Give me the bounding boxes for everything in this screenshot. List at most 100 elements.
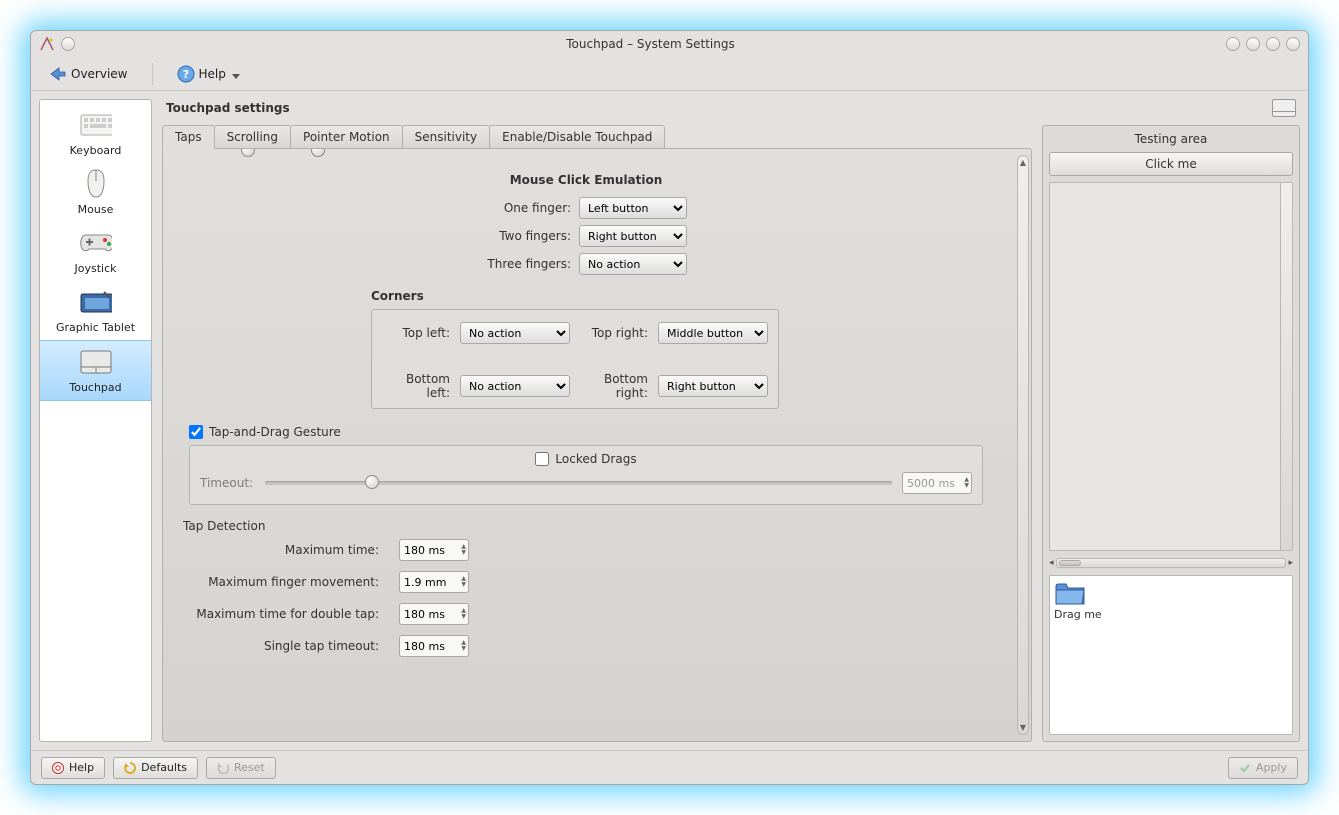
sidebar-item-joystick[interactable]: Joystick	[40, 222, 151, 281]
testing-vertical-scrollbar[interactable]	[1280, 183, 1292, 550]
tab-bar: Taps Scrolling Pointer Motion Sensitivit…	[162, 125, 1032, 149]
minimize-button[interactable]	[1246, 37, 1260, 51]
sidebar-item-label: Joystick	[74, 262, 116, 275]
help-icon: ?	[177, 65, 195, 83]
testing-area-canvas[interactable]	[1049, 182, 1293, 551]
single-tap-label: Single tap timeout:	[189, 639, 379, 653]
single-tap-spinbox[interactable]: 180 ms▲▼	[399, 635, 469, 657]
max-dbl-label: Maximum time for double tap:	[189, 607, 379, 621]
check-icon	[1239, 762, 1251, 774]
tab-sensitivity[interactable]: Sensitivity	[402, 125, 490, 149]
undo-icon	[217, 762, 229, 774]
lifebuoy-icon	[52, 762, 64, 774]
bottom-left-combo[interactable]: No action	[460, 375, 570, 397]
click-me-button[interactable]: Click me	[1049, 152, 1293, 176]
bottom-left-label: Bottom left:	[382, 372, 450, 400]
two-fingers-combo[interactable]: Right button	[579, 225, 687, 247]
panel-scrollbar[interactable]: ▲▼	[1017, 155, 1029, 735]
timeout-spinbox[interactable]: 5000 ms▲▼	[902, 472, 972, 494]
back-arrow-icon	[49, 66, 67, 82]
tap-detection-title: Tap Detection	[183, 519, 991, 533]
gamepad-icon	[80, 228, 112, 258]
overview-button[interactable]: Overview	[41, 62, 136, 86]
window: Touchpad – System Settings Overview ? He…	[30, 30, 1309, 785]
three-fingers-label: Three fingers:	[181, 257, 571, 271]
svg-text:?: ?	[182, 68, 188, 81]
max-finger-spinbox[interactable]: 1.9 mm▲▼	[399, 571, 469, 593]
tab-taps[interactable]: Taps	[162, 125, 215, 149]
category-sidebar: Keyboard Mouse Joystick Graphic Tablet	[39, 99, 152, 742]
tab-scrolling[interactable]: Scrolling	[214, 125, 291, 149]
keyboard-icon	[80, 110, 112, 140]
drag-me-label: Drag me	[1054, 608, 1288, 621]
help-button[interactable]: Help	[41, 757, 105, 779]
maximize-button[interactable]	[1266, 37, 1280, 51]
folder-icon[interactable]	[1054, 580, 1086, 604]
main-area: Keyboard Mouse Joystick Graphic Tablet	[31, 91, 1308, 750]
timeout-label: Timeout:	[200, 476, 255, 490]
help-window-button[interactable]	[1226, 37, 1240, 51]
content-header: Touchpad settings	[162, 99, 1300, 121]
reset-button[interactable]: Reset	[206, 757, 276, 779]
sidebar-item-graphic-tablet[interactable]: Graphic Tablet	[40, 281, 151, 340]
tab-pointer-motion[interactable]: Pointer Motion	[290, 125, 403, 149]
window-title: Touchpad – System Settings	[75, 37, 1226, 51]
three-fingers-combo[interactable]: No action	[579, 253, 687, 275]
footer: Help Defaults Reset Apply	[31, 750, 1308, 784]
touchpad-mini-icon	[1272, 99, 1296, 117]
titlebar: Touchpad – System Settings	[31, 31, 1308, 57]
toolbar: Overview ? Help	[31, 57, 1308, 91]
sidebar-item-label: Mouse	[78, 203, 114, 216]
app-icon	[39, 36, 55, 52]
top-right-combo[interactable]: Middle button	[658, 322, 768, 344]
locked-drags-checkbox[interactable]	[535, 452, 549, 466]
max-finger-label: Maximum finger movement:	[189, 575, 379, 589]
max-time-label: Maximum time:	[189, 543, 379, 557]
testing-pane: Testing area Click me ◂ ▸ Drag m	[1042, 125, 1300, 742]
sidebar-item-mouse[interactable]: Mouse	[40, 163, 151, 222]
overview-label: Overview	[71, 67, 128, 81]
locked-drags-box: Locked Drags Timeout: 5000 ms▲▼	[189, 445, 983, 505]
sidebar-item-label: Graphic Tablet	[56, 321, 135, 334]
two-fingers-label: Two fingers:	[181, 229, 571, 243]
sidebar-item-touchpad[interactable]: Touchpad	[40, 340, 151, 401]
touchpad-icon	[80, 347, 112, 377]
timeout-slider[interactable]	[265, 481, 892, 485]
emulation-title: Mouse Click Emulation	[181, 173, 991, 187]
max-dbl-spinbox[interactable]: 180 ms▲▼	[399, 603, 469, 625]
one-finger-label: One finger:	[181, 201, 571, 215]
locked-drags-label: Locked Drags	[555, 452, 636, 466]
tap-drag-label: Tap-and-Drag Gesture	[209, 425, 341, 439]
corners-title: Corners	[371, 289, 991, 303]
tap-drag-checkbox[interactable]	[189, 425, 203, 439]
sidebar-item-keyboard[interactable]: Keyboard	[40, 104, 151, 163]
top-right-label: Top right:	[580, 326, 648, 340]
help-label: Help	[199, 67, 226, 81]
chevron-down-icon	[232, 74, 240, 79]
corners-box: Top left: No action Top right: Middle bu…	[371, 309, 779, 409]
window-menu-button[interactable]	[61, 37, 75, 51]
page-title: Touchpad settings	[166, 101, 290, 115]
tablet-icon	[80, 287, 112, 317]
mouse-icon	[80, 169, 112, 199]
help-menu-button[interactable]: ? Help	[169, 61, 248, 87]
max-time-spinbox[interactable]: 180 ms▲▼	[399, 539, 469, 561]
close-button[interactable]	[1286, 37, 1300, 51]
top-left-label: Top left:	[382, 326, 450, 340]
revert-icon	[124, 762, 136, 774]
testing-area-title: Testing area	[1049, 132, 1293, 146]
tab-panel: ▲▼ Mouse Click Emulation One finger: Lef…	[162, 148, 1032, 742]
drag-area[interactable]: Drag me	[1049, 575, 1293, 735]
bottom-right-label: Bottom right:	[580, 372, 648, 400]
one-finger-combo[interactable]: Left button	[579, 197, 687, 219]
bottom-right-combo[interactable]: Right button	[658, 375, 768, 397]
settings-pane: Taps Scrolling Pointer Motion Sensitivit…	[162, 125, 1032, 742]
top-left-combo[interactable]: No action	[460, 322, 570, 344]
sidebar-item-label: Keyboard	[70, 144, 122, 157]
apply-button[interactable]: Apply	[1228, 757, 1298, 779]
defaults-button[interactable]: Defaults	[113, 757, 198, 779]
testing-horizontal-scrollbar[interactable]: ◂ ▸	[1049, 557, 1293, 569]
content: Touchpad settings Taps Scrolling Pointer…	[162, 99, 1300, 742]
sidebar-item-label: Touchpad	[69, 381, 121, 394]
tab-enable-disable[interactable]: Enable/Disable Touchpad	[489, 125, 665, 149]
